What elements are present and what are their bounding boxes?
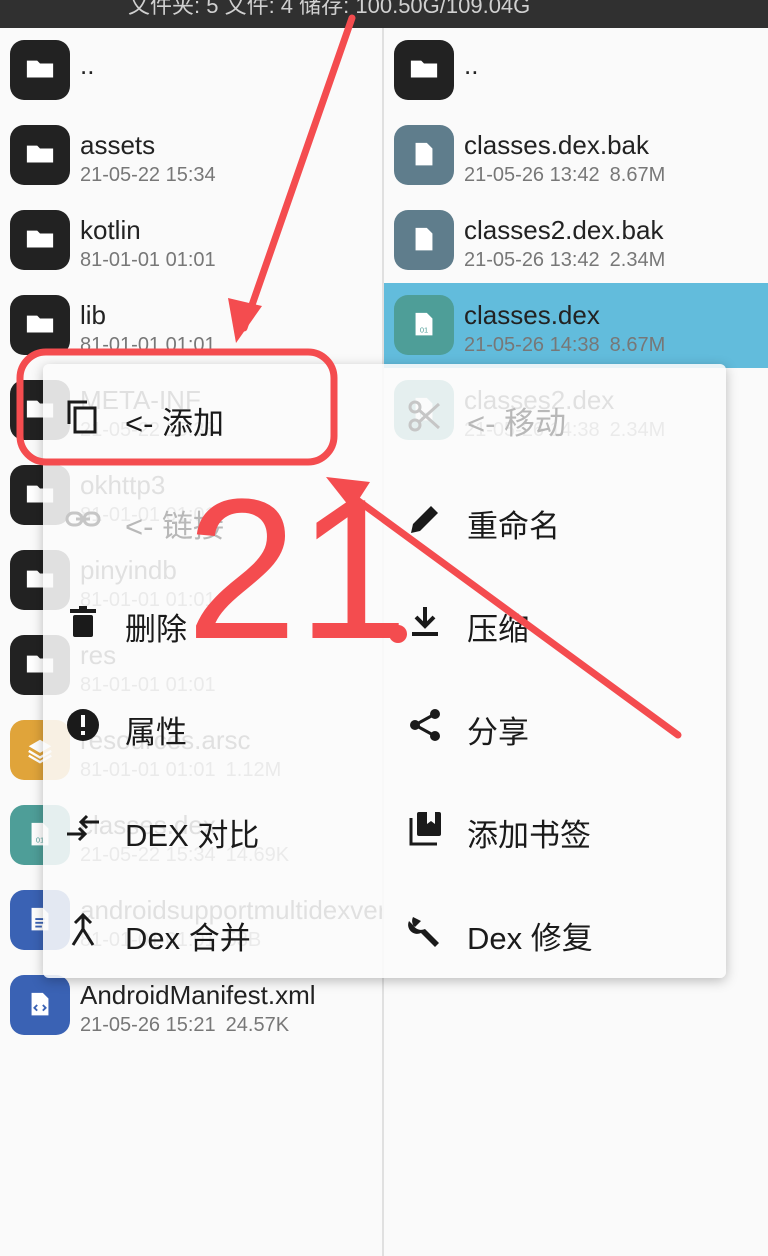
- share-icon: [407, 707, 443, 743]
- file-meta: 81-01-01 01:01: [80, 334, 216, 357]
- right-menu-item-cut[interactable]: <- 移动: [407, 386, 707, 446]
- right-menu-item-share[interactable]: 分享: [407, 695, 707, 755]
- folder-icon: [10, 295, 70, 355]
- right-menu-item-edit[interactable]: 重命名: [407, 489, 707, 549]
- folder-icon: [394, 40, 454, 100]
- menu-item-label: Dex 修复: [467, 921, 593, 956]
- file-date: 21-05-26 13:42: [464, 164, 600, 186]
- delete-icon: [65, 604, 101, 640]
- menu-item-label: 属性: [125, 715, 187, 750]
- menu-item-label: <- 移动: [467, 406, 567, 441]
- file-name: classes2.dex.bak: [464, 215, 664, 245]
- folder-icon: [10, 210, 70, 270]
- step-number-label: 21: [186, 458, 409, 681]
- file-date: 21-05-26 14:38: [464, 334, 600, 356]
- folder-icon: [10, 40, 70, 100]
- file-name: classes.dex.bak: [464, 130, 649, 160]
- file-name: AndroidManifest.xml: [80, 980, 316, 1010]
- file-icon: [394, 125, 454, 185]
- left-file-row[interactable]: kotlin 81-01-01 01:01: [0, 198, 382, 283]
- right-file-row[interactable]: classes.dex.bak 21-05-26 13:42 8.67M: [384, 113, 768, 198]
- file-meta: 21-05-26 13:42 8.67M: [464, 164, 665, 187]
- bookmarks-icon: [407, 810, 443, 846]
- right-menu-item-wrench[interactable]: Dex 修复: [407, 901, 707, 961]
- left-file-row[interactable]: assets 21-05-22 15:34: [0, 113, 382, 198]
- file-name: assets: [80, 130, 156, 160]
- svg-text:01: 01: [420, 326, 428, 335]
- file-name: lib: [80, 300, 107, 330]
- compare-arrows-icon: [65, 810, 101, 846]
- file-date: 21-05-26 15:21: [80, 1014, 216, 1036]
- menu-item-label: 删除: [125, 612, 187, 647]
- right-menu-item-download[interactable]: 压缩: [407, 592, 707, 652]
- xml-file-icon: [10, 975, 70, 1035]
- file-meta: 21-05-26 13:42 2.34M: [464, 249, 665, 272]
- file-name: ..: [464, 50, 479, 80]
- file-date: 81-01-01 01:01: [80, 249, 216, 271]
- file-name: classes.dex: [464, 300, 600, 330]
- file-name: kotlin: [80, 215, 141, 245]
- right-file-row[interactable]: 01 classes.dex 21-05-26 14:38 8.67M: [384, 283, 768, 368]
- right-file-row[interactable]: classes2.dex.bak 21-05-26 13:42 2.34M: [384, 198, 768, 283]
- right-file-row[interactable]: ..: [384, 28, 768, 113]
- file-size: 8.67M: [609, 164, 666, 186]
- left-file-row[interactable]: lib 81-01-01 01:01: [0, 283, 382, 368]
- left-menu-item-compare-arrows[interactable]: DEX 对比: [65, 798, 365, 858]
- file-date: 81-01-01 01:01: [80, 334, 216, 356]
- file-name: ..: [80, 50, 95, 80]
- file-meta: 81-01-01 01:01: [80, 249, 216, 272]
- menu-item-label: DEX 对比: [125, 818, 260, 853]
- file-meta: 21-05-26 15:21 24.57K: [80, 1014, 289, 1037]
- menu-item-label: 重命名: [467, 509, 560, 544]
- copy-icon: [65, 398, 101, 434]
- menu-item-label: 添加书签: [467, 818, 591, 853]
- file-size: 2.34M: [609, 249, 666, 271]
- storage-info: 文件夹: 5 文件: 4 储存: 100.50G/109.04G: [128, 0, 531, 18]
- file-size: 24.57K: [225, 1014, 290, 1036]
- menu-item-label: Dex 合并: [125, 921, 251, 956]
- info-icon: [65, 707, 101, 743]
- left-menu-item-copy[interactable]: <- 添加: [65, 386, 365, 446]
- edit-icon: [407, 501, 443, 537]
- file-icon: [394, 210, 454, 270]
- left-menu-item-merge[interactable]: Dex 合并: [65, 901, 365, 961]
- left-file-row[interactable]: ..: [0, 28, 382, 113]
- file-date: 21-05-26 13:42: [464, 249, 600, 271]
- file-meta: 21-05-26 14:38 8.67M: [464, 334, 665, 357]
- menu-item-label: <- 添加: [125, 406, 225, 441]
- left-menu-item-info[interactable]: 属性: [65, 695, 365, 755]
- menu-item-label: 压缩: [467, 612, 529, 647]
- merge-icon: [65, 912, 101, 949]
- status-bar: 文件夹: 5 文件: 4 储存: 100.50G/109.04G: [0, 0, 768, 28]
- wrench-icon: [407, 913, 443, 949]
- right-menu-item-bookmarks[interactable]: 添加书签: [407, 798, 707, 858]
- cut-icon: [407, 398, 443, 434]
- file-date: 21-05-22 15:34: [80, 164, 216, 186]
- link-icon: [65, 501, 101, 537]
- menu-item-label: 分享: [467, 715, 529, 750]
- file-meta: 21-05-22 15:34: [80, 164, 216, 187]
- file-size: 8.67M: [609, 334, 666, 356]
- dex-file-icon: 01: [394, 295, 454, 355]
- download-icon: [407, 604, 443, 640]
- folder-icon: [10, 125, 70, 185]
